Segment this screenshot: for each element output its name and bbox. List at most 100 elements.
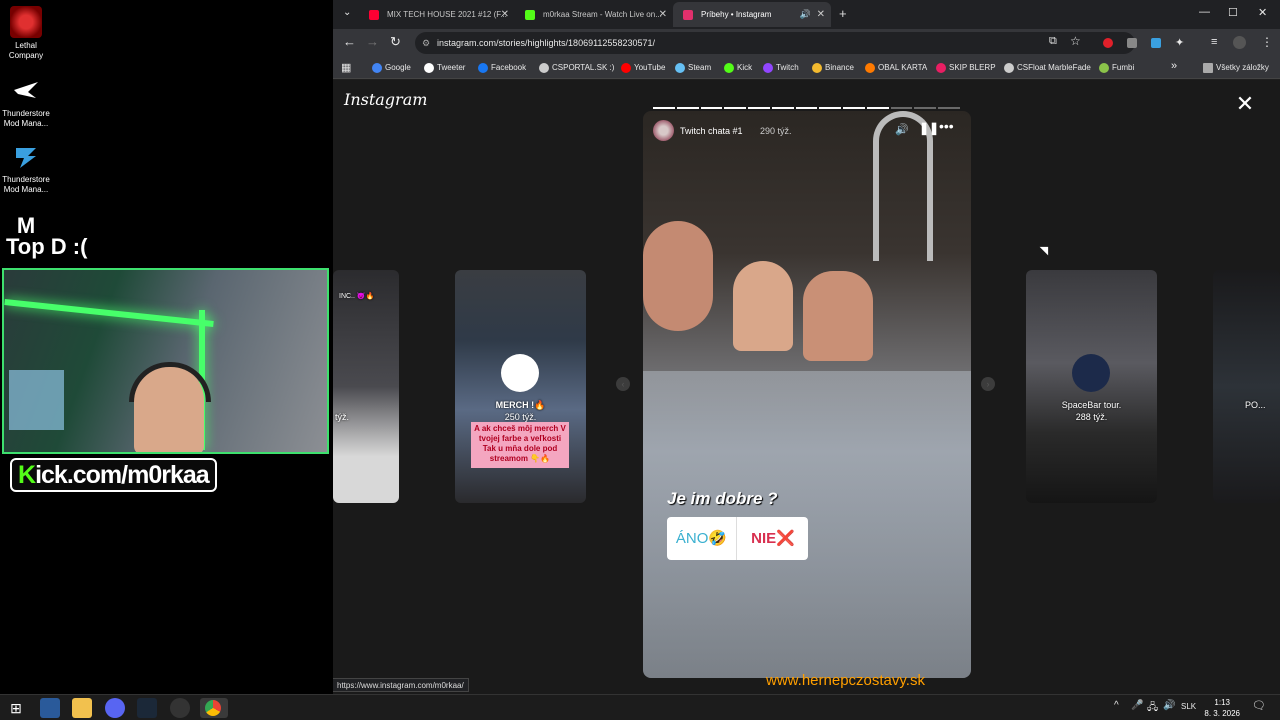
reading-list-icon[interactable]: ≡ xyxy=(1211,36,1217,48)
more-bookmarks-icon[interactable]: » xyxy=(1171,60,1177,72)
obal-karta-icon xyxy=(865,63,875,73)
story-highlight-card[interactable]: PO... xyxy=(1213,270,1280,503)
discord-icon[interactable] xyxy=(105,698,125,718)
start-icon[interactable]: ⊞ xyxy=(6,698,26,718)
bookmark-twitch[interactable]: Twitch xyxy=(763,57,799,79)
instagram-stories-page: Instagram ✕ INC.. 😈🔥 týž. MERCH !🔥 250 t… xyxy=(333,80,1280,694)
site-info-icon[interactable]: ⚙ xyxy=(422,32,430,54)
bookmark-csfloat[interactable]: CSFloat MarbleFade xyxy=(1004,57,1091,79)
person xyxy=(803,271,873,361)
bookmark-star-icon[interactable]: ☆ xyxy=(1070,34,1081,48)
bookmark-facebook[interactable]: Facebook xyxy=(478,57,526,79)
mute-icon[interactable]: 🔊 xyxy=(895,123,909,136)
poll-option-yes[interactable]: ÁNO🤣 xyxy=(667,517,737,560)
bookmark-obal-karta[interactable]: OBAL KARTA xyxy=(865,57,927,79)
desktop: Lethal Company Thunderstore Mod Mana... … xyxy=(0,0,333,694)
network-icon[interactable]: 🖧 xyxy=(1147,700,1158,717)
story-progress-segment xyxy=(676,107,699,109)
chrome-icon xyxy=(205,700,221,716)
desktop-icon-lethal-company[interactable]: Lethal Company xyxy=(0,6,52,61)
bookmark-skip-blerp[interactable]: SKIP BLERP xyxy=(936,57,996,79)
app-icon[interactable] xyxy=(40,698,60,718)
tab-instagram[interactable]: Príbehy • Instagram 🔊 ✕ xyxy=(673,2,831,27)
bookmark-kick[interactable]: Kick xyxy=(724,57,752,79)
language-indicator[interactable]: SLK xyxy=(1181,702,1196,711)
speaker-icon[interactable]: 🔊 xyxy=(800,2,811,27)
forward-icon[interactable]: → xyxy=(366,34,379,49)
google-icon xyxy=(372,63,382,73)
extension-icon[interactable] xyxy=(1151,38,1161,48)
kick-icon xyxy=(724,63,734,73)
apps-grid-icon[interactable]: ▦ xyxy=(341,61,351,74)
desktop-icon-thunderstore[interactable]: Thunderstore Mod Mana... xyxy=(0,74,52,129)
bookmark-tweeter[interactable]: Tweeter xyxy=(424,57,465,79)
menu-kebab-icon[interactable]: ⋮ xyxy=(1261,35,1273,49)
poll-option-no[interactable]: NIE❌ xyxy=(738,517,808,560)
file-explorer-icon[interactable] xyxy=(72,698,92,718)
close-tab-icon[interactable]: ✕ xyxy=(817,2,825,27)
new-tab-icon[interactable]: + xyxy=(839,6,847,21)
thunderstore-icon xyxy=(10,140,42,172)
story-avatar[interactable] xyxy=(653,120,674,141)
story-progress-segment xyxy=(700,107,723,109)
status-bar-url: https://www.instagram.com/m0rkaa/ xyxy=(333,678,469,692)
steam-icon[interactable] xyxy=(137,698,157,718)
tab-kick[interactable]: m0rkaa Stream - Watch Live on... ✕ xyxy=(515,2,673,27)
x-icon xyxy=(424,63,434,73)
minimize-icon[interactable]: — xyxy=(1199,6,1210,18)
back-icon[interactable]: ← xyxy=(343,34,356,49)
close-tab-icon[interactable]: ✕ xyxy=(501,2,509,27)
webcam-overlay xyxy=(2,268,329,454)
lethal-company-icon xyxy=(10,6,42,38)
next-story-arrow-icon[interactable]: › xyxy=(981,377,995,391)
active-story[interactable]: Twitch chata #1 290 týž. 🔊 ❚❚ ••• Je im … xyxy=(643,111,971,678)
bookmark-youtube[interactable]: YouTube xyxy=(621,57,665,79)
extension-icon[interactable] xyxy=(1127,38,1137,48)
volume-icon[interactable]: 🔊 xyxy=(1163,700,1175,711)
notification-icon[interactable]: 🗨 xyxy=(1252,699,1266,712)
instagram-logo[interactable]: Instagram xyxy=(344,90,427,109)
bookmark-fumbi[interactable]: Fumbi xyxy=(1099,57,1134,79)
tab-search-chevron-icon[interactable]: ⌄ xyxy=(343,7,351,18)
instagram-icon xyxy=(683,10,693,20)
story-progress-segment xyxy=(890,107,913,109)
close-stories-icon[interactable]: ✕ xyxy=(1235,93,1255,115)
story-highlight-card[interactable]: INC.. 😈🔥 týž. xyxy=(333,270,399,503)
story-highlight-card-merch[interactable]: MERCH !🔥 250 týž. A ak chceš môj merch V… xyxy=(455,270,586,503)
desktop-icon-thunderstore-2[interactable]: Thunderstore Mod Mana... xyxy=(0,140,52,195)
kick-icon xyxy=(525,10,535,20)
close-window-icon[interactable]: ✕ xyxy=(1258,6,1267,19)
address-bar-row: ← → ↻ ⚙ instagram.com/stories/highlights… xyxy=(333,29,1280,57)
all-bookmarks-folder[interactable]: Všetky záložky xyxy=(1203,57,1269,79)
maximize-icon[interactable]: ☐ xyxy=(1228,6,1238,19)
poll-sticker: ÁNO🤣 NIE❌ xyxy=(667,517,808,560)
prev-story-arrow-icon[interactable]: ‹ xyxy=(616,377,630,391)
tray-chevron-icon[interactable]: ^ xyxy=(1114,700,1119,711)
bookmark-google[interactable]: Google xyxy=(372,57,411,79)
reload-icon[interactable]: ↻ xyxy=(390,34,401,50)
url-field[interactable]: ⚙ instagram.com/stories/highlights/18069… xyxy=(415,32,1135,54)
bookmark-binance[interactable]: Binance xyxy=(812,57,854,79)
tab-youtube[interactable]: MIX TECH HOUSE 2021 #12 (F... ✕ xyxy=(359,2,515,27)
microphone-icon[interactable]: 🎤 xyxy=(1131,700,1143,711)
clock[interactable]: 1:13 8. 3. 2026 xyxy=(1204,697,1240,719)
story-title[interactable]: Twitch chata #1 xyxy=(680,120,743,142)
binance-icon xyxy=(812,63,822,73)
bookmark-steam[interactable]: Steam xyxy=(675,57,711,79)
more-options-icon[interactable]: ••• xyxy=(939,118,954,134)
profile-avatar[interactable] xyxy=(1233,36,1246,49)
extensions-puzzle-icon[interactable]: ✦ xyxy=(1175,36,1184,49)
story-age: 290 týž. xyxy=(760,126,792,136)
cast-icon[interactable]: ⧉ xyxy=(1049,35,1057,48)
close-tab-icon[interactable]: ✕ xyxy=(659,2,667,27)
youtube-icon xyxy=(369,10,379,20)
obs-icon[interactable] xyxy=(170,698,190,718)
story-progress-bar xyxy=(653,107,960,109)
story-progress-segment xyxy=(795,107,818,109)
chrome-taskbar-button[interactable] xyxy=(200,698,228,718)
pause-icon[interactable]: ❚❚ xyxy=(919,121,939,135)
story-highlight-card-spacebar[interactable]: SpaceBar tour. 288 týž. xyxy=(1026,270,1157,503)
bookmark-csportal[interactable]: CSPORTAL.SK :) xyxy=(539,57,614,79)
blerp-icon xyxy=(936,63,946,73)
extension-icon[interactable] xyxy=(1103,38,1113,48)
